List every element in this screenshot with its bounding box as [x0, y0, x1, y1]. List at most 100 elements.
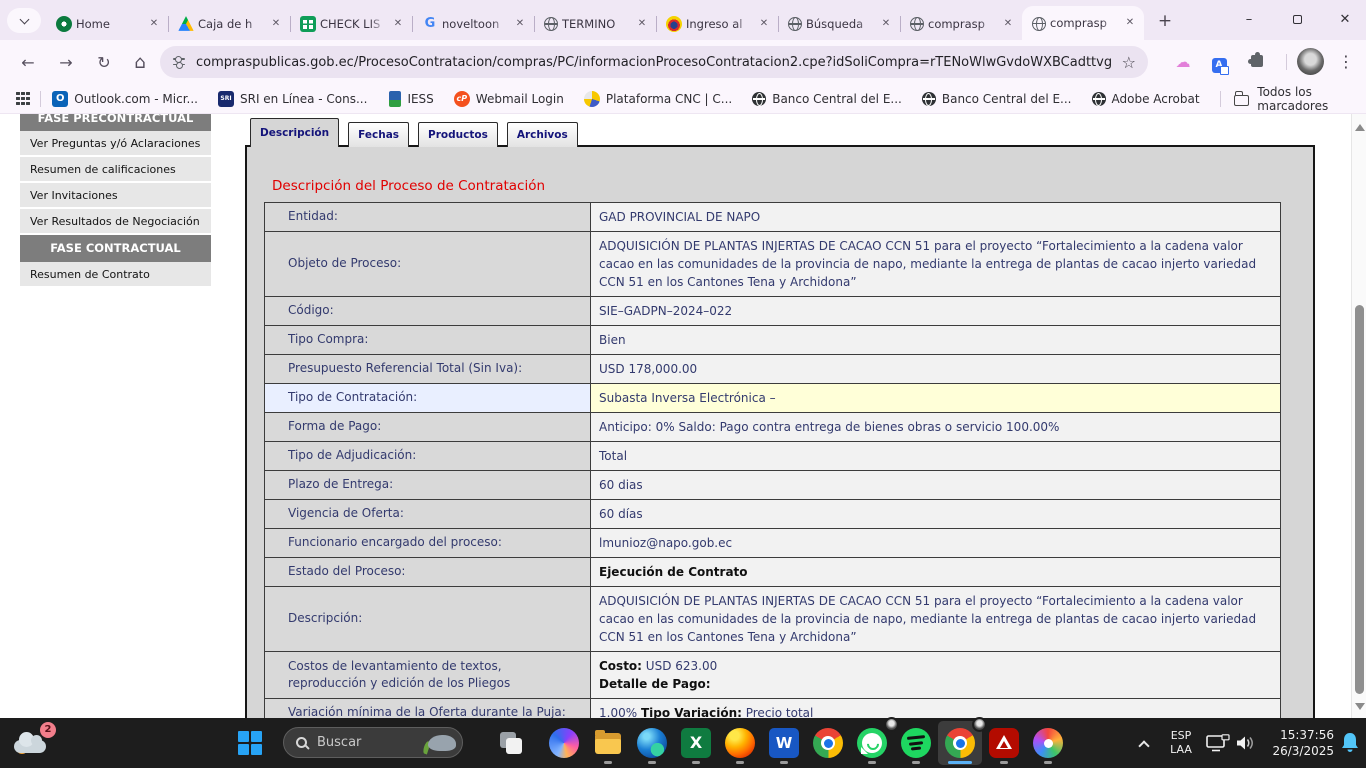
bookmark-star-icon[interactable]: ☆ — [1122, 53, 1136, 72]
globe-icon — [910, 17, 924, 31]
site-info-icon[interactable] — [172, 55, 186, 69]
back-button[interactable]: ← — [14, 49, 42, 77]
row-label: Plazo de Entrega: — [265, 471, 591, 499]
row-label: Vigencia de Oferta: — [265, 500, 591, 528]
bookmark-item[interactable]: SRISRI en Línea - Cons... — [218, 91, 367, 107]
taskbar-app-edge[interactable] — [630, 721, 674, 765]
tab-title: comprasp — [928, 17, 996, 31]
browser-tab[interactable]: comprasp ✕ — [900, 7, 1022, 40]
taskbar-app-explorer[interactable] — [586, 721, 630, 765]
url-text[interactable]: compraspublicas.gob.ec/ProcesoContrataci… — [196, 55, 1112, 70]
apps-grid-icon[interactable] — [16, 92, 30, 106]
notification-count-badge: 2 — [40, 722, 56, 738]
tab-close-icon[interactable]: ✕ — [390, 16, 406, 32]
browser-tab[interactable]: Home✕ — [46, 7, 168, 40]
browser-tab[interactable]: Gnoveltoon✕ — [412, 7, 534, 40]
taskbar-app-chrome[interactable] — [806, 721, 850, 765]
new-tab-button[interactable]: + — [1152, 9, 1178, 35]
language-indicator[interactable]: ESP LAA — [1162, 729, 1200, 758]
chevron-down-icon — [19, 14, 29, 24]
tab-close-icon[interactable]: ✕ — [878, 16, 894, 32]
extension-pink-icon[interactable]: ☁ — [1171, 50, 1195, 74]
copilot-icon — [549, 728, 579, 758]
tab-descripción[interactable]: Descripción — [250, 118, 339, 147]
search-placeholder: Buscar — [317, 735, 424, 750]
taskbar-app-chrome[interactable] — [938, 721, 982, 765]
value-segment: Anticipo: 0% Saldo: Pago contra entrega … — [599, 420, 1059, 434]
home-button[interactable]: ⌂ — [126, 49, 154, 77]
scroll-down-icon[interactable] — [1355, 703, 1365, 712]
tab-search-button[interactable] — [7, 8, 41, 33]
tab-close-icon[interactable]: ✕ — [268, 16, 284, 32]
notifications-bell-icon[interactable] — [1340, 731, 1360, 757]
taskbar-app-firefox[interactable] — [718, 721, 762, 765]
scroll-up-icon[interactable] — [1355, 122, 1365, 131]
browser-tab[interactable]: comprasp✕ — [1022, 6, 1144, 40]
table-row: Variación mínima de la Oferta durante la… — [265, 699, 1280, 718]
taskbar-clock[interactable]: 15:37:56 26/3/2025 — [1254, 727, 1334, 759]
bookmark-item[interactable]: Banco Central del E... — [922, 91, 1072, 106]
scrollbar-thumb[interactable] — [1355, 305, 1364, 694]
value-line: Subasta Inversa Electrónica – — [599, 389, 1272, 407]
tray-chevron-up-icon[interactable] — [1138, 740, 1149, 751]
browser-tab[interactable]: Búsqueda ✕ — [778, 7, 900, 40]
task-view-button[interactable] — [500, 732, 524, 754]
taskbar-app-paint[interactable] — [1026, 721, 1070, 765]
taskbar-weather-widget[interactable]: 2 — [14, 728, 52, 756]
extensions-puzzle-icon[interactable] — [1245, 50, 1269, 74]
tab-close-icon[interactable]: ✕ — [756, 16, 772, 32]
process-table: Entidad:GAD PROVINCIAL DE NAPOObjeto de … — [264, 202, 1281, 718]
explorer-icon — [593, 728, 623, 758]
browser-tab[interactable]: TERMINO✕ — [534, 7, 656, 40]
taskbar-app-spotify[interactable] — [894, 721, 938, 765]
tab-archivos[interactable]: Archivos — [507, 122, 578, 147]
tab-close-icon[interactable]: ✕ — [146, 16, 162, 32]
taskbar-app-copilot[interactable] — [542, 721, 586, 765]
value-segment: 60 dias — [599, 478, 643, 492]
start-button[interactable] — [238, 731, 262, 755]
network-icon[interactable] — [1206, 734, 1230, 756]
bookmark-item[interactable]: IESS — [387, 91, 433, 107]
reload-button[interactable]: ↻ — [90, 49, 118, 77]
sidebar-item[interactable]: Ver Preguntas y/ó Aclaraciones — [20, 131, 211, 157]
sidebar-item[interactable]: Ver Resultados de Negociación — [20, 209, 211, 235]
browser-tab[interactable]: CHECK LIS✕ — [290, 7, 412, 40]
window-maximize-button[interactable] — [1280, 8, 1314, 32]
taskbar-search[interactable]: Buscar — [283, 727, 463, 758]
taskbar-app-acrobat[interactable] — [982, 721, 1026, 765]
browser-tab[interactable]: Ingreso al✕ — [656, 7, 778, 40]
table-row: Código:SIE–GADPN–2024–022 — [265, 297, 1280, 326]
all-bookmarks[interactable]: Todos los marcadores — [1220, 85, 1352, 113]
window-close-button[interactable]: ✕ — [1328, 8, 1362, 32]
tab-fechas[interactable]: Fechas — [348, 122, 409, 147]
taskbar-app-whatsapp[interactable] — [850, 721, 894, 765]
tab-close-icon[interactable]: ✕ — [1122, 15, 1138, 31]
taskbar-app-word[interactable]: W — [762, 721, 806, 765]
volume-icon[interactable] — [1235, 735, 1255, 755]
bookmark-item[interactable]: Adobe Acrobat — [1092, 91, 1200, 106]
sidebar-item[interactable]: Ver Invitaciones — [20, 183, 211, 209]
sidebar-item[interactable]: Resumen de Contrato — [20, 262, 211, 288]
running-indicator — [604, 761, 612, 764]
forward-button[interactable]: → — [52, 49, 80, 77]
search-icon — [296, 737, 307, 748]
window-minimize-button[interactable]: – — [1232, 8, 1266, 32]
row-value: ADQUISICIÓN DE PLANTAS INJERTAS DE CACAO… — [591, 232, 1280, 296]
taskbar-app-excel[interactable]: X — [674, 721, 718, 765]
sidebar-item[interactable]: Resumen de calificaciones — [20, 157, 211, 183]
browser-tab[interactable]: Caja de h✕ — [168, 7, 290, 40]
tab-close-icon[interactable]: ✕ — [1000, 16, 1016, 32]
translate-icon[interactable]: A — [1207, 50, 1231, 74]
tab-productos[interactable]: Productos — [418, 122, 498, 147]
bookmark-item[interactable]: OOutlook.com - Micr... — [52, 91, 198, 107]
bookmark-item[interactable]: cPWebmail Login — [454, 91, 564, 107]
bookmark-item[interactable]: Banco Central del E... — [752, 91, 902, 106]
page-scrollbar[interactable] — [1351, 114, 1366, 718]
tab-close-icon[interactable]: ✕ — [634, 16, 650, 32]
profile-avatar[interactable] — [1297, 48, 1324, 75]
tab-title: Búsqueda — [806, 17, 874, 31]
tab-close-icon[interactable]: ✕ — [512, 16, 528, 32]
bookmark-item[interactable]: Plataforma CNC | C... — [584, 91, 732, 107]
url-bar[interactable]: compraspublicas.gob.ec/ProcesoContrataci… — [160, 46, 1148, 78]
browser-menu-button[interactable]: ⋮ — [1334, 50, 1358, 74]
